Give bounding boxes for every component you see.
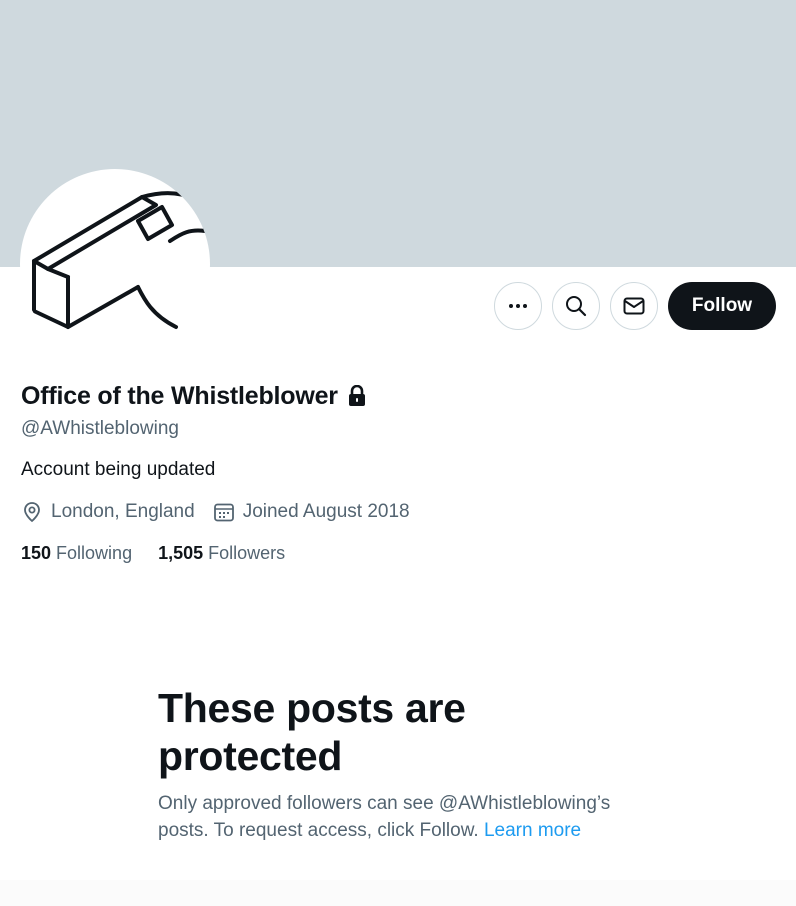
whistle-logo-icon [32, 191, 207, 329]
bio: Account being updated [21, 459, 216, 480]
bottom-divider [0, 880, 796, 906]
learn-more-link[interactable]: Learn more [484, 820, 581, 841]
name-row: Office of the Whistleblower [21, 378, 781, 414]
follow-button[interactable]: Follow [668, 282, 776, 330]
profile-actions: Follow [494, 282, 776, 330]
search-icon [566, 296, 587, 317]
followers-link[interactable]: 1,505 Followers [158, 540, 285, 566]
location-text: London, England [51, 501, 195, 522]
following-link[interactable]: 150 Following [21, 540, 132, 566]
more-icon [509, 304, 527, 308]
following-label: Following [56, 543, 133, 563]
followers-label: Followers [208, 543, 286, 563]
join-date-text: Joined August 2018 [242, 501, 410, 522]
protected-body: Only approved followers can see @AWhistl… [158, 790, 638, 844]
location: London, England [21, 501, 195, 523]
search-button[interactable] [552, 282, 600, 330]
protected-notice: These posts are protected Only approved … [158, 684, 638, 844]
follow-counts: 150 Following 1,505 Followers [21, 540, 781, 566]
avatar[interactable] [20, 169, 210, 359]
profile-meta: London, England Joined August 2018 [21, 498, 781, 526]
mail-icon [623, 297, 645, 315]
following-count: 150 [21, 543, 52, 563]
location-pin-icon [24, 502, 40, 523]
protected-title-line1: These posts are [158, 685, 466, 731]
followers-count: 1,505 [158, 543, 204, 563]
message-button[interactable] [610, 282, 658, 330]
display-name: Office of the Whistleblower [21, 381, 338, 410]
protected-title-line2: protected [158, 733, 343, 779]
profile-info: Office of the Whistleblower @AWhistleblo… [21, 378, 781, 566]
protected-lock-icon[interactable] [347, 385, 367, 407]
more-button[interactable] [494, 282, 542, 330]
protected-title: These posts are protected [158, 684, 638, 780]
calendar-icon [213, 503, 234, 522]
handle: @AWhistleblowing [21, 418, 179, 439]
join-date: Joined August 2018 [213, 501, 410, 523]
